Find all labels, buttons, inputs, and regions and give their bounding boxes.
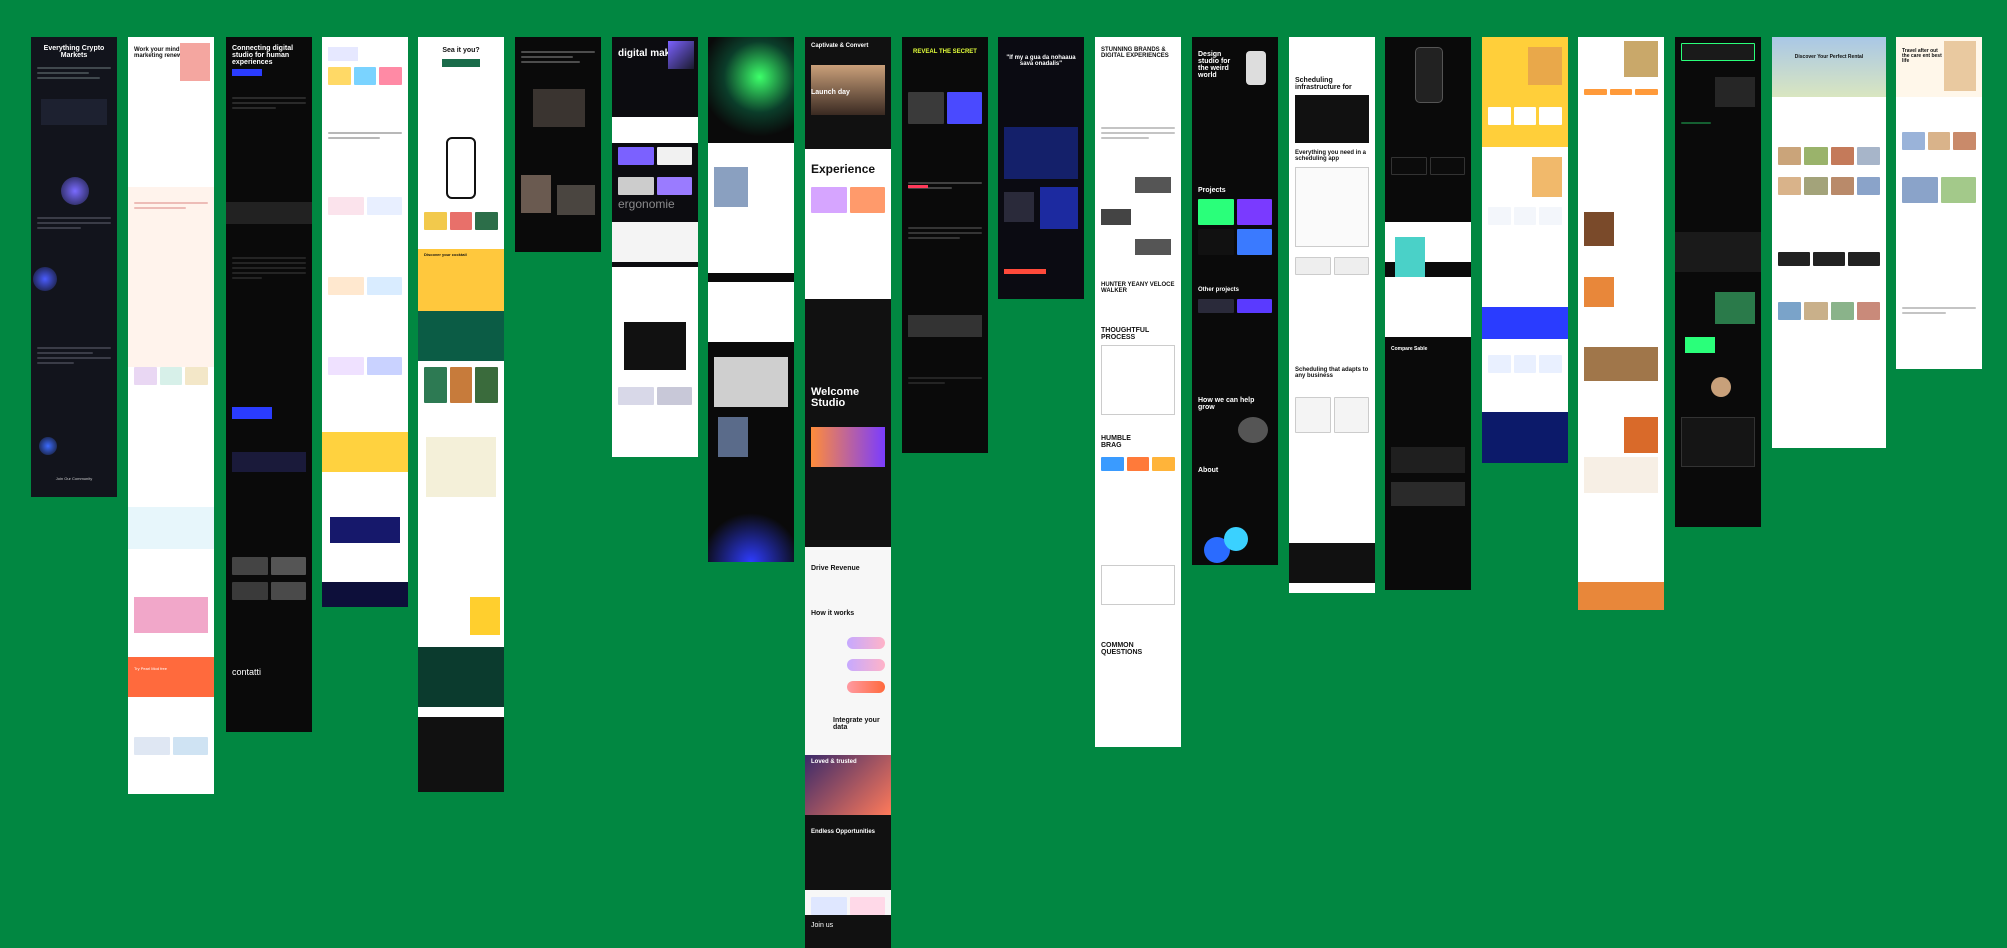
thumbnail-footer: Try Pearl Mod free (134, 666, 167, 671)
thumbnail-digital-studio[interactable]: Connecting digital studio for human expe… (226, 37, 312, 732)
thumbnail-headline: How it works (811, 610, 855, 617)
thumbnail-footer: ergonomie (618, 197, 675, 211)
thumbnail-footer: Discover your cocktail (424, 252, 467, 257)
thumbnail-headline: Drive Revenue (811, 565, 860, 572)
thumbnail-title: STUNNING BRANDS & DIGITAL EXPERIENCES (1101, 47, 1169, 59)
thumbnail-headline: HUNTER YEANY VELOCE WALKER (1101, 282, 1175, 294)
thumbnail-headline: HUMBLE BRAG (1101, 435, 1131, 449)
thumbnail-title: Captivate & Convert (811, 43, 869, 49)
thumbnail-launch-site[interactable]: Captivate & Convert Launch day Experienc… (805, 37, 891, 948)
thumbnail-finance-app[interactable]: Compare Sable (1385, 37, 1471, 590)
thumbnail-title: REVEAL THE SECRET (913, 49, 977, 55)
thumbnail-title: Discover Your Perfect Rental (1794, 54, 1864, 60)
thumbnail-headline: Compare Sable (1391, 346, 1428, 352)
thumbnail-rental-site[interactable]: Discover Your Perfect Rental (1772, 37, 1886, 448)
thumbnail-learning-site[interactable] (1482, 37, 1568, 463)
thumbnail-headline: Welcome Studio (811, 386, 860, 409)
thumbnail-design-studio[interactable]: Design studio for the weird world Projec… (1192, 37, 1278, 565)
thumbnail-gradient-site[interactable] (708, 37, 794, 562)
thumbnail-footer: contatti (232, 667, 262, 677)
thumbnail-photo-site[interactable] (515, 37, 601, 252)
thumbnail-title: Sea it you? (442, 47, 480, 54)
thumbnail-title: Connecting digital studio for human expe… (232, 45, 294, 66)
thumbnail-title: Design studio for the weird world (1198, 51, 1231, 79)
thumbnail-footer: COMMON QUESTIONS (1101, 642, 1143, 656)
thumbnail-reveal-site[interactable]: REVEAL THE SECRET (902, 37, 988, 453)
thumbnail-title: Travel after out the care ent best life (1902, 48, 1942, 64)
thumbnail-footer: Join us (811, 922, 834, 929)
thumbnail-title: Scheduling infrastructure for (1295, 77, 1352, 91)
thumbnail-quote-site[interactable]: "If my a gua da nohaaua sava onadalis" (998, 37, 1084, 299)
thumbnail-headline: Projects (1198, 187, 1226, 194)
thumbnail-headline: Endless Opportunities (811, 829, 876, 835)
thumbnail-headline: Scheduling that adapts to any business (1295, 367, 1369, 379)
thumbnail-travel-site[interactable]: Travel after out the care ent best life (1896, 37, 1982, 369)
thumbnail-scheduling-app[interactable]: Scheduling infrastructure for Everything… (1289, 37, 1375, 593)
thumbnail-headline: Integrate your data (833, 717, 880, 731)
thumbnail-headline: Launch day (811, 89, 850, 96)
thumbnail-headline: THOUGHTFUL PROCESS (1101, 327, 1150, 341)
thumbnail-headline: How we can help grow (1198, 397, 1255, 411)
thumbnail-headline: Experience (811, 162, 876, 176)
thumbnail-title: Everything Crypto Markets (43, 45, 105, 59)
thumbnail-brand-agency[interactable]: STUNNING BRANDS & DIGITAL EXPERIENCES HU… (1095, 37, 1181, 747)
thumbnail-crypto-site[interactable]: Everything Crypto Markets Join Our Commu… (31, 37, 117, 497)
thumbnail-headline: Everything you need in a scheduling app (1295, 150, 1367, 162)
thumbnail-title: "If my a gua da nohaaua sava onadalis" (1006, 55, 1076, 67)
thumbnail-footer: Join Our Community (55, 476, 93, 481)
thumbnail-bakery-site[interactable] (1578, 37, 1664, 610)
thumbnail-digital-makers[interactable]: digital makers ergonomie (612, 37, 698, 457)
thumbnail-saas-site[interactable] (322, 37, 408, 607)
design-board-canvas[interactable]: Everything Crypto Markets Join Our Commu… (0, 0, 2007, 948)
thumbnail-headline: Loved & trusted (811, 759, 857, 765)
thumbnail-footer: About (1198, 467, 1219, 474)
thumbnail-cocktail-site[interactable]: Sea it you? Discover your cocktail (418, 37, 504, 792)
thumbnail-headline: Other projects (1198, 287, 1240, 293)
thumbnail-marketing-site[interactable]: Work your mind into marketing renewal Tr… (128, 37, 214, 794)
thumbnail-health-dashboard[interactable] (1675, 37, 1761, 527)
